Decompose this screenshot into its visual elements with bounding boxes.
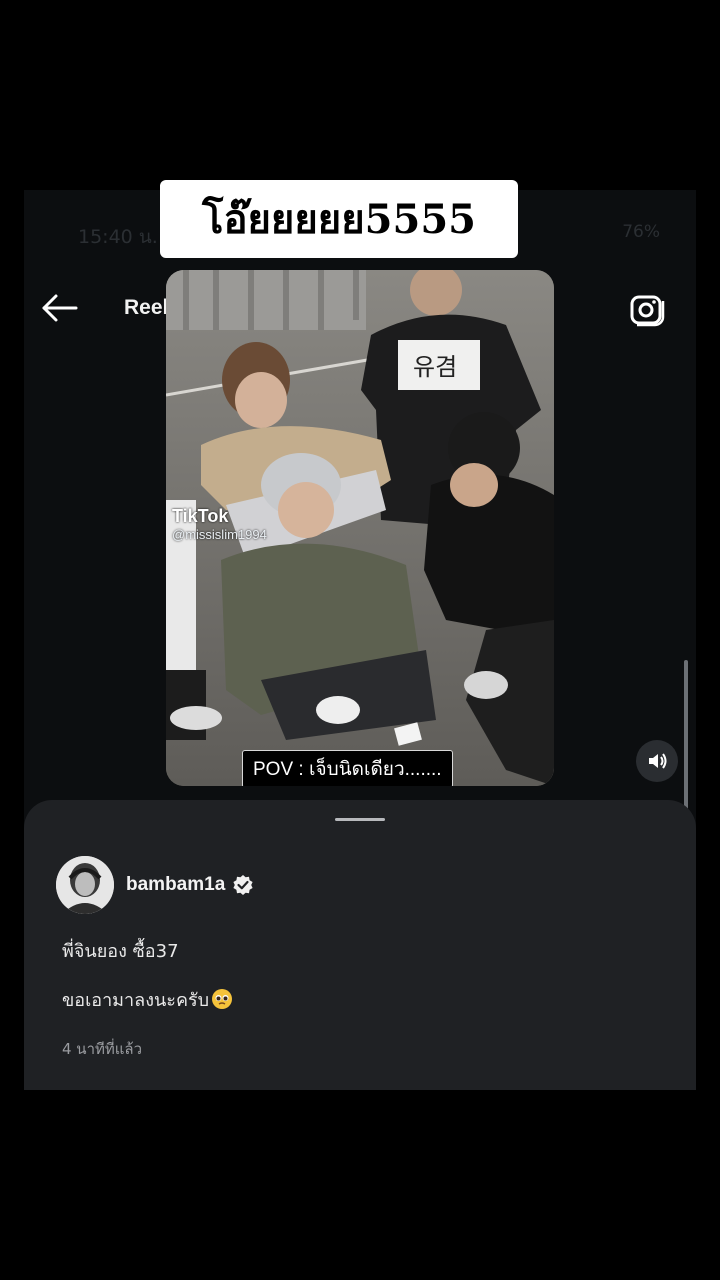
- verified-badge-icon: [233, 875, 253, 895]
- back-arrow-icon[interactable]: [40, 290, 80, 326]
- tiktok-brand: TikTok: [172, 506, 229, 526]
- status-battery: 76%: [622, 222, 660, 242]
- video-subtitle: POV : เจ็บนิดเดียว.......: [242, 750, 453, 786]
- overlay-caption-box: โอ๊ยยยยย5555: [160, 180, 518, 258]
- post-caption-line1: พี่จินยอง ซื้อ37: [62, 941, 179, 962]
- camera-icon[interactable]: [628, 290, 666, 328]
- post-timestamp: 4 นาทีที่แล้ว: [62, 1040, 143, 1058]
- reel-video[interactable]: 유겸 TikTok @missislim1994 POV: เจ็บนิดเด…: [166, 270, 554, 786]
- avatar[interactable]: [56, 856, 114, 914]
- post-sheet: bambam1a พี่จินยอง ซื้อ37 ขอเอามาลงนะครั…: [24, 800, 696, 1090]
- volume-icon: [649, 753, 667, 769]
- status-time: 15:40 น.: [78, 226, 158, 248]
- tiktok-watermark: TikTok @missislim1994: [172, 506, 267, 542]
- caption-line2-text: ขอเอามาลงนะครับ: [62, 990, 210, 1011]
- sheet-grabber[interactable]: [335, 818, 385, 821]
- post-caption-line2: ขอเอามาลงนะครับ: [62, 985, 233, 1014]
- svg-text:유겸: 유겸: [413, 353, 457, 381]
- screen: 15:40 น. 76% Reels 유겸 TikTok @missislim1…: [24, 190, 696, 1090]
- overlay-caption-text: โอ๊ยยยยย5555: [201, 196, 477, 243]
- tiktok-username: @missislim1994: [172, 527, 267, 542]
- avatar-image: [56, 856, 114, 914]
- username[interactable]: bambam1a: [126, 874, 225, 896]
- pleading-face-emoji-icon: [212, 989, 233, 1009]
- scrollbar[interactable]: [684, 660, 688, 828]
- volume-button[interactable]: [636, 740, 678, 782]
